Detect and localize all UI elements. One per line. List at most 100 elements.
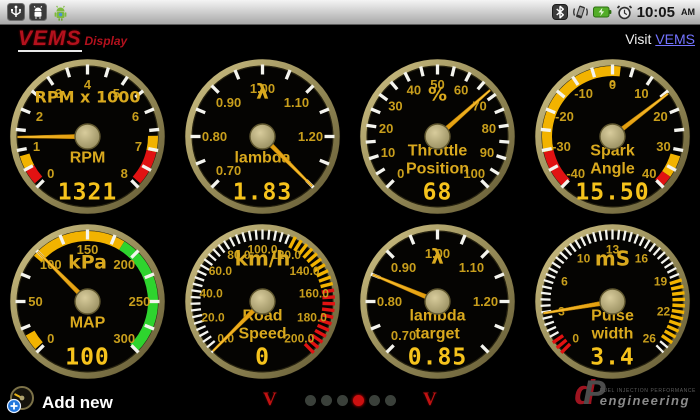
gauge-zone [659,174,666,183]
gauge-hub [250,289,275,314]
battery-icon [593,6,612,18]
page-dot-active[interactable] [353,395,364,406]
gauge-speed[interactable]: 0.020.040.060.080.0100.0120.0140.0160.01… [175,219,350,384]
page-dot[interactable] [305,395,316,406]
bottom-bar: Add new V V d P FUEL INJECTION PERFORMAN… [0,384,700,420]
add-new-button[interactable]: Add new [6,386,113,419]
tick-label: 90 [480,145,494,160]
tick-label: 0 [572,331,579,345]
tick-label: 30 [656,139,670,154]
gauge-pulse_width[interactable]: 036101316192226mSPulsewidth3.4 [525,219,700,384]
gauge-name: Position [406,161,469,178]
status-bar-left-icons [0,3,70,22]
gauge-unit: % [428,84,447,106]
android-debug-icon [29,3,47,21]
tick-label: 22 [657,305,671,319]
tick-label: -20 [555,109,574,124]
gauge-rpm-dial: 012345678RPM x 1000RPM1321 [0,54,175,219]
tick-label: 0.70 [391,328,416,343]
gauge-lambda-dial: 0.700.800.901.001.101.20λlambda1.83 [175,54,350,219]
vems-link[interactable]: VEMS [655,31,695,47]
tick-label: 0 [47,166,54,181]
tick-label: 1.10 [459,260,484,275]
tick-label: 1 [33,139,40,154]
bluetooth-icon [552,4,568,20]
tick-label: 0.80 [202,129,227,144]
dp-engineering-logo: d P FUEL INJECTION PERFORMANCE engineeri… [574,380,696,407]
gauge-name: Speed [238,326,286,343]
gauge-throttle[interactable]: 0102030405060708090100%ThrottlePosition6… [350,54,525,219]
dp-logo-text: FUEL INJECTION PERFORMANCE engineering [600,388,696,407]
tick-label: 60.0 [209,264,233,278]
tick-label: 0.90 [216,95,241,110]
gauge-hub [75,124,100,149]
gauge-value: 0.85 [408,345,467,371]
gauge-hub [425,124,450,149]
gauge-spark-dial: -40-30-20-10010203040°SparkAngle15.50 [525,54,700,219]
tick-label: 160.0 [299,286,329,300]
tick-label: 1.20 [298,129,323,144]
gauge-spark[interactable]: -40-30-20-10010203040°SparkAngle15.50 [525,54,700,219]
gauge-unit: ° [609,79,617,97]
tick-label: 1.10 [284,95,309,110]
gauge-hub [600,289,625,314]
tick-label: 200.0 [284,331,314,345]
gauge-value: 3.4 [590,345,635,371]
gauge-name: MAP [70,315,106,332]
tick-label: 6 [561,275,568,289]
tick-label: 19 [654,275,668,289]
add-new-label: Add new [42,393,113,413]
gauge-value: 100 [65,345,110,371]
tick-label: 180.0 [297,311,327,325]
gauge-lambda_target-dial: 0.700.800.901.001.101.20λlambdatarget0.8… [350,219,525,384]
tick-label: -10 [574,86,593,101]
gauge-lambda_target[interactable]: 0.700.800.901.001.101.20λlambdatarget0.8… [350,219,525,384]
tick-label: 1.20 [473,294,498,309]
warning-indicator-lambda: V [263,390,277,409]
vems-logo-text: VEMS [18,28,82,52]
page-dot[interactable] [321,395,332,406]
tick-label: 80 [482,121,496,136]
gauge-hub [250,124,275,149]
page-indicator[interactable] [305,395,396,406]
page-dot[interactable] [385,395,396,406]
usb-icon [7,3,25,21]
tick-label: 10 [634,86,648,101]
clock-ampm: AM [681,7,695,17]
tick-label: 20 [379,121,393,136]
tick-label: 10 [577,251,591,265]
tick-label: 10 [381,145,395,160]
tick-label: 60 [454,83,468,98]
android-status-bar[interactable]: 10:05 AM [0,0,700,25]
visit-vems: Visit VEMS [625,31,695,47]
page-dot[interactable] [369,395,380,406]
gauge-unit: kPa [68,252,107,274]
tick-label: 0.80 [377,294,402,309]
tick-label: 20.0 [201,311,225,325]
gauge-name: RPM [70,150,106,167]
gauge-value: 0 [255,345,270,371]
gauge-speed-dial: 0.020.040.060.080.0100.0120.0140.0160.01… [175,219,350,384]
tick-label: 200 [113,257,135,272]
tick-label: 250 [129,294,151,309]
tick-label: 300 [113,331,135,346]
gauge-zone [25,155,30,167]
tick-label: 0 [397,166,404,181]
tick-label: -30 [552,139,571,154]
gauge-lambda[interactable]: 0.700.800.901.001.101.20λlambda1.83 [175,54,350,219]
android-app-icon [51,3,70,22]
gauge-grid: 012345678RPM x 1000RPM13210.700.800.901.… [0,54,700,384]
tick-label: 50 [28,294,42,309]
gauge-value: 1321 [58,180,117,206]
gauge-unit: mS [595,247,630,271]
gauge-map[interactable]: 050100150200250300kPaMAP100 [0,219,175,384]
gauge-value: 1.83 [233,180,292,206]
warning-indicator-throttle: V [423,390,437,409]
app-header: VEMS Display Visit VEMS [0,25,700,54]
gauge-rpm[interactable]: 012345678RPM x 1000RPM1321 [0,54,175,219]
status-bar-right-icons: 10:05 AM [552,4,700,21]
alarm-icon [616,4,633,21]
page-dot[interactable] [337,395,348,406]
tick-label: 0 [47,331,54,346]
clock-time: 10:05 [637,4,675,21]
